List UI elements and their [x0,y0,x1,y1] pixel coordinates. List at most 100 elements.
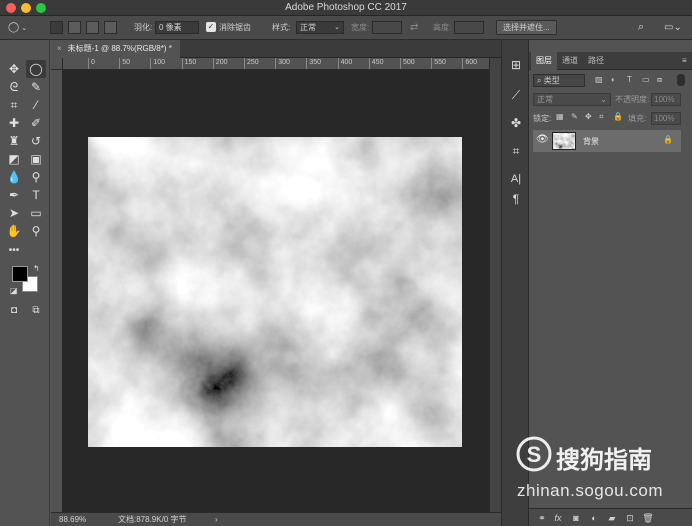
options-bar: ◯ ⌄ 羽化: 0 像素 ✓ 消除锯齿 样式: 正常 ⌄ 宽度: ⇄ 高度: 选择并… [0,16,692,40]
layer-row[interactable]: 👁 背景 🔒 [533,130,681,152]
search-icon[interactable]: ⌕ [638,20,644,35]
type-tool-icon[interactable]: T [26,186,46,204]
move-tool-icon[interactable]: ✥ [4,60,24,78]
fx-icon[interactable]: fx [551,511,565,525]
gradient-tool-icon[interactable]: ▣ [26,150,46,168]
eye-icon[interactable]: 👁 [536,134,549,145]
style-label: 样式: [272,23,291,32]
new-group-icon[interactable]: ▰ [605,511,619,525]
path-selection-tool-icon[interactable]: ➤ [4,204,24,222]
dodge-tool-icon[interactable]: ⚲ [26,168,46,186]
opacity-input[interactable]: 100% [651,93,681,106]
lock-position-icon[interactable]: ✥ [585,112,592,121]
new-selection-button[interactable] [50,21,63,34]
filter-type-icon[interactable]: T [627,75,632,84]
filter-toggle-switch[interactable] [677,74,685,86]
blend-mode-select[interactable]: 正常 ⌄ [533,93,611,106]
workspace-switcher-icon[interactable]: ▭⌄ [664,20,682,35]
swap-colors-icon[interactable]: ↰ [33,264,40,273]
libraries-icon[interactable]: ⊞ [506,56,526,74]
chevron-down-icon: ⌄ [600,95,607,104]
history-brush-tool-icon[interactable]: ↺ [26,132,46,150]
adjustment-layer-icon[interactable]: ◐ [587,511,601,525]
height-input[interactable] [454,21,484,34]
curves-icon[interactable]: ⟋ [506,86,526,104]
paragraph-icon[interactable]: ¶ [506,190,526,208]
clone-stamp-tool-icon[interactable]: ♜ [4,132,24,150]
elliptical-marquee-tool-icon[interactable]: ◯ [26,60,46,78]
pasteboard[interactable] [63,70,489,512]
new-layer-icon[interactable]: ⊡ [623,511,637,525]
crop-tool-icon[interactable]: ⌗ [4,96,24,114]
eraser-tool-icon[interactable]: ◩ [4,150,24,168]
document-tab[interactable]: × 未标题-1 @ 88.7%(RGB/8*) * [51,40,180,58]
blend-mode-value: 正常 [537,95,553,104]
close-tab-icon[interactable]: × [57,44,62,53]
select-and-mask-button[interactable]: 选择并遮住... [496,20,557,35]
pen-tool-icon[interactable]: ✒ [4,186,24,204]
zoom-tool-icon[interactable]: ⚲ [26,222,46,240]
lock-image-icon[interactable]: ✎ [571,112,578,121]
filter-smart-object-icon[interactable]: ⧈ [657,75,662,85]
healing-brush-tool-icon[interactable]: ✚ [4,114,24,132]
eyedropper-tool-icon[interactable]: ⁄ [26,96,46,114]
add-mask-icon[interactable]: ◙ [569,511,583,525]
ruler-origin[interactable] [51,58,63,70]
panel-menu-icon[interactable]: ≡ [677,52,692,70]
lock-label: 锁定: [533,114,552,123]
character-icon[interactable]: A| [506,170,526,188]
lock-artboard-icon[interactable]: ⌗ [599,112,604,122]
swap-dimensions-icon[interactable]: ⇄ [410,20,418,35]
lasso-tool-icon[interactable]: ᘓ [4,78,24,96]
tab-paths[interactable]: 路径 [583,52,609,70]
photoshop-window: Adobe Photoshop CC 2017 ◯ ⌄ 羽化: 0 像素 ✓ 消除… [0,0,692,526]
fill-input[interactable]: 100% [651,112,681,125]
antialias-checkbox[interactable]: ✓ [206,22,216,32]
vertical-ruler[interactable] [51,70,63,512]
filter-adjustment-icon[interactable]: ◐ [611,75,616,84]
marquee-preset-picker[interactable]: ◯ ⌄ [8,20,27,35]
chevron-down-icon: ⌄ [334,24,340,31]
ruler-tick-label: 0 [88,58,95,69]
screen-mode-icon[interactable]: ⧉ [26,302,46,320]
horizontal-ruler[interactable]: 0 50 100 150 200 250 300 350 400 450 500 550 600 [63,58,501,70]
brush-tool-icon[interactable]: ✐ [26,114,46,132]
status-menu-arrow[interactable]: › [215,513,218,526]
document-tab-bar: × 未标题-1 @ 88.7%(RGB/8*) * [51,40,501,58]
svg-text:S: S [527,442,542,467]
crop-panel-icon[interactable]: ⌗ [506,142,526,160]
ruler-tick-label: 150 [181,58,196,69]
quick-selection-tool-icon[interactable]: ✎ [26,78,46,96]
default-colors-icon[interactable]: ◪ [10,286,18,295]
rectangle-tool-icon[interactable]: ▭ [26,204,46,222]
tools-panel: ✥ ◯ ᘓ ✎ ⌗ ⁄ ✚ ✐ ♜ ↺ ◩ ▣ 💧 ⚲ ✒ T ➤ ▭ ✋ ⚲ … [0,40,50,526]
zoom-level[interactable]: 88.69% [59,513,86,526]
search-icon: ⌕ [537,76,542,85]
filter-kind-select[interactable]: ⌕ 类型 [533,74,585,87]
edit-toolbar-icon[interactable]: ••• [4,242,24,260]
filter-pixel-icon[interactable]: ▧ [595,75,603,84]
blur-tool-icon[interactable]: 💧 [4,168,24,186]
tab-channels[interactable]: 通道 [557,52,583,70]
plugin-icon[interactable]: ✤ [506,114,526,132]
tab-layers[interactable]: 图层 [531,52,557,70]
filter-shape-icon[interactable]: ▭ [642,75,650,84]
add-to-selection-button[interactable] [68,21,81,34]
width-input[interactable] [372,21,402,34]
lock-transparent-icon[interactable]: ▦ [556,112,564,121]
intersect-selection-button[interactable] [104,21,117,34]
layer-lock-icon[interactable]: 🔒 [663,135,673,144]
quick-mask-icon[interactable]: ◘ [4,302,24,320]
lock-all-icon[interactable]: 🔒 [613,112,623,121]
feather-input[interactable]: 0 像素 [155,21,199,34]
delete-layer-icon[interactable]: 🗑 [641,511,655,525]
vertical-scrollbar[interactable] [489,58,501,512]
link-layers-icon[interactable]: ⚭ [535,511,549,525]
layer-name[interactable]: 背景 [583,136,599,147]
subtract-from-selection-button[interactable] [86,21,99,34]
chevron-down-icon: ⌄ [21,25,28,32]
width-label: 宽度: [351,23,370,32]
hand-tool-icon[interactable]: ✋ [4,222,24,240]
canvas-clouds-image[interactable] [88,137,462,447]
style-select[interactable]: 正常 ⌄ [296,21,344,34]
